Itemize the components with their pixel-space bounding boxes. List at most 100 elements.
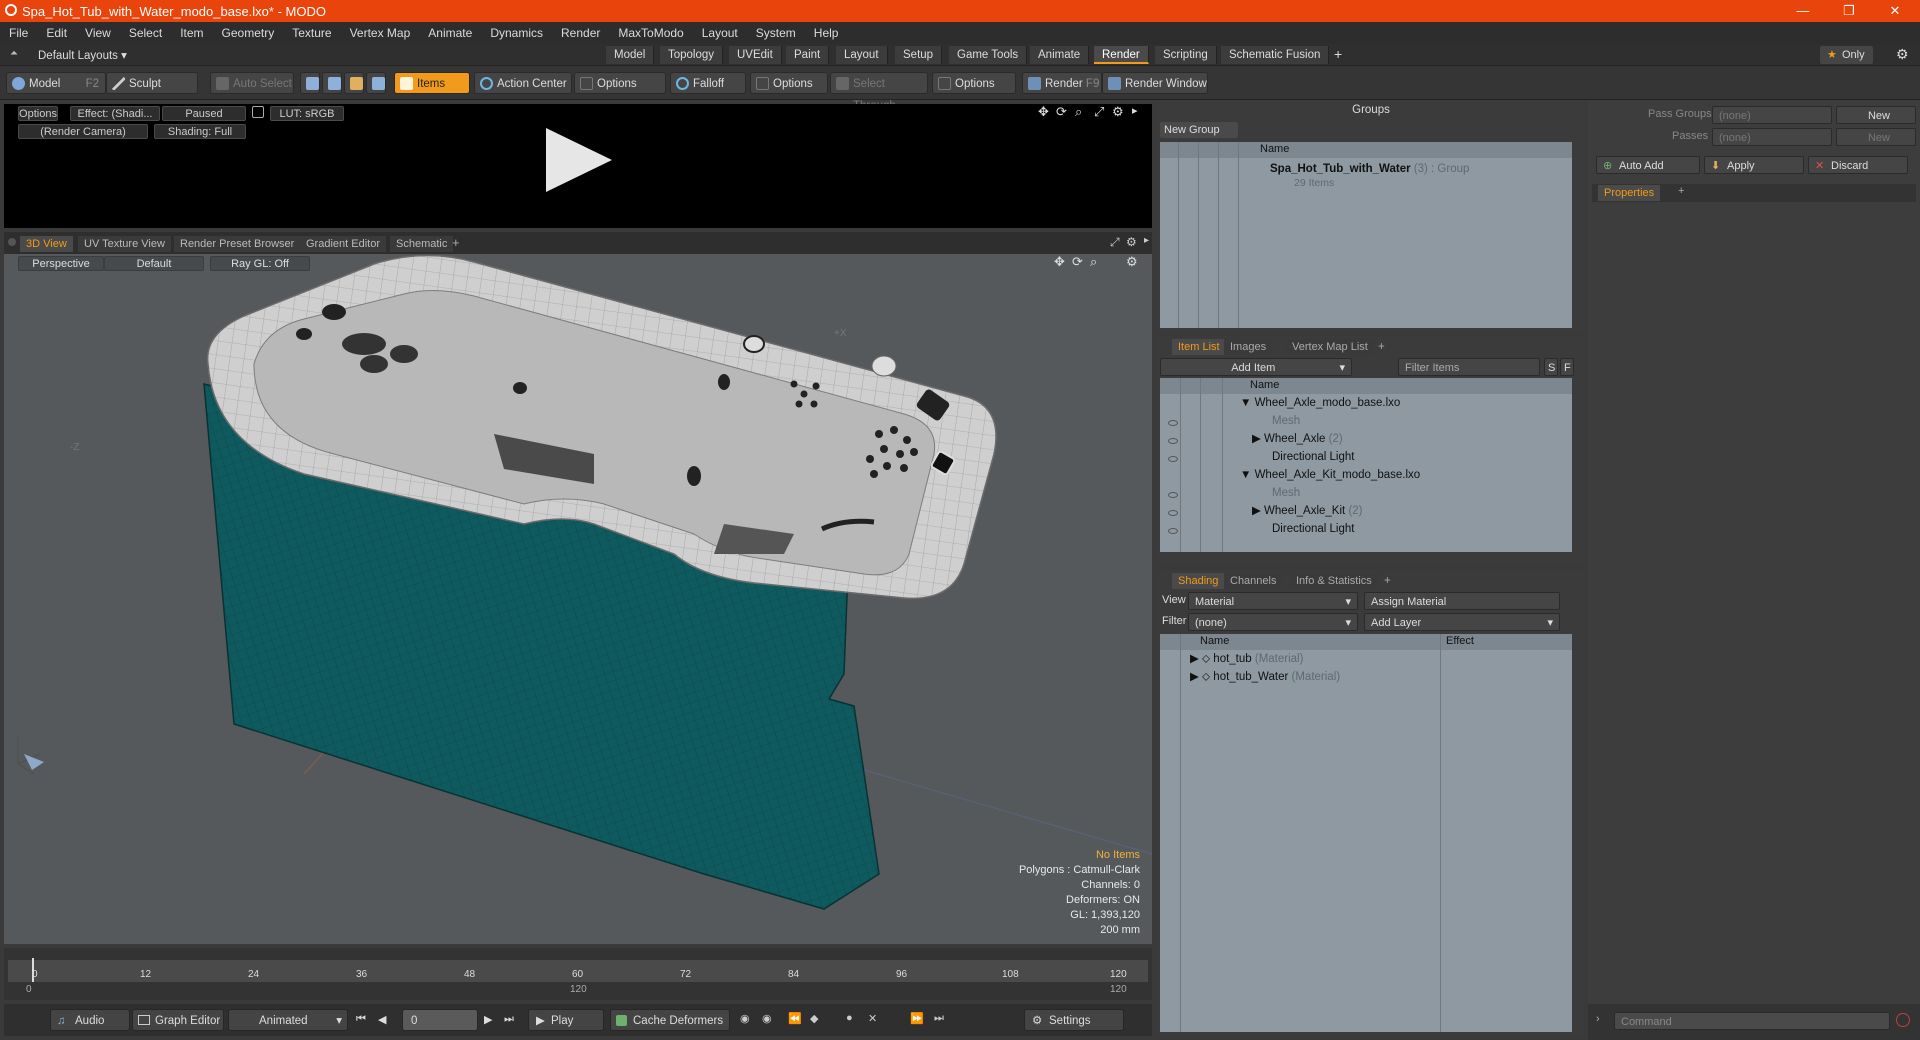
material-row[interactable]: ▶ ⬦ hot_tub (Material)	[1190, 650, 1303, 668]
tab-3d-view[interactable]: 3D View	[20, 236, 73, 252]
menu-geometry[interactable]: Geometry	[213, 26, 284, 40]
falloff-button[interactable]: Falloff	[670, 72, 746, 94]
filter-items-input[interactable]: Filter Items	[1398, 358, 1540, 376]
new-pass-group-button[interactable]: New	[1836, 106, 1916, 124]
menu-render[interactable]: Render	[552, 26, 609, 40]
model-mode-button[interactable]: Model F2	[6, 72, 106, 94]
minimize-button[interactable]: —	[1780, 0, 1826, 22]
maximize-icon[interactable]: ⤢	[1110, 235, 1120, 250]
visibility-eye-icon[interactable]	[1168, 438, 1178, 444]
key-icon[interactable]: ◉	[740, 1012, 750, 1025]
lock-icon[interactable]	[252, 106, 264, 118]
tab-layout[interactable]: Layout	[836, 46, 888, 64]
camera-dropdown[interactable]: (Render Camera)	[18, 124, 148, 139]
only-button[interactable]: ★ Only	[1820, 46, 1873, 64]
add-layer-dropdown[interactable]: Add Layer ▾	[1364, 613, 1560, 631]
next-keyframe-icon[interactable]: ⏩	[910, 1012, 924, 1025]
menu-view[interactable]: View	[76, 26, 120, 40]
tab-vertex-map-list[interactable]: Vertex Map List	[1286, 339, 1374, 355]
menu-dynamics[interactable]: Dynamics	[481, 26, 552, 40]
preview-options-button[interactable]: Options	[18, 106, 58, 121]
prev-key-icon[interactable]: ◀	[378, 1013, 386, 1026]
tab-animate[interactable]: Animate	[1030, 46, 1090, 64]
polygons-mode-button[interactable]	[344, 72, 364, 94]
item-row-group[interactable]: ▶ Wheel_Axle_Kit (2)	[1252, 502, 1363, 520]
tab-schematic[interactable]: Schematic	[390, 236, 454, 252]
add-viewport-tab-button[interactable]: +	[452, 235, 460, 250]
hot-tub-model[interactable]	[4, 254, 1152, 944]
visibility-eye-icon[interactable]	[1168, 528, 1178, 534]
material-row[interactable]: ▶ ⬦ hot_tub_Water (Material)	[1190, 668, 1340, 686]
command-input[interactable]: Command	[1614, 1012, 1890, 1030]
vertices-mode-button[interactable]	[300, 72, 320, 94]
tab-render[interactable]: Render	[1094, 46, 1149, 64]
assign-material-button[interactable]: Assign Material	[1364, 592, 1560, 610]
audio-button[interactable]: ♫ Audio	[50, 1009, 130, 1031]
graph-editor-button[interactable]: Graph Editor	[132, 1009, 224, 1031]
visibility-eye-icon[interactable]	[1168, 456, 1178, 462]
menu-maxtomodo[interactable]: MaxToModo	[609, 26, 692, 40]
sculpt-button[interactable]: Sculpt	[106, 72, 198, 94]
tab-images[interactable]: Images	[1224, 339, 1273, 355]
tab-properties[interactable]: Properties	[1598, 185, 1661, 201]
items-mode-button[interactable]: Items	[394, 72, 470, 94]
menu-help[interactable]: Help	[805, 26, 848, 40]
visibility-eye-icon[interactable]	[1168, 510, 1178, 516]
passes-dropdown[interactable]: (none)	[1712, 128, 1832, 146]
item-row-scene[interactable]: ▼ Wheel_Axle_modo_base.lxo	[1240, 394, 1400, 412]
tab-uvedit[interactable]: UVEdit	[729, 46, 782, 64]
tab-channels[interactable]: Channels	[1224, 573, 1283, 589]
tab-paint[interactable]: Paint	[786, 46, 830, 64]
panel-menu-icon[interactable]	[8, 238, 16, 246]
groups-list[interactable]: Name Spa_Hot_Tub_with_Water (3) : Group …	[1160, 142, 1572, 328]
restore-button[interactable]: ❐	[1826, 0, 1872, 22]
set-key-icon[interactable]: ◆	[810, 1012, 818, 1025]
item-tree[interactable]: Name ▼ Wheel_Axle_modo_base.lxo Mesh ▶ W…	[1160, 378, 1572, 552]
zoom-icon[interactable]: ⌕	[1075, 104, 1082, 120]
filter-s-button[interactable]: S	[1544, 358, 1558, 376]
filter-dropdown[interactable]: (none) ▾	[1188, 613, 1358, 631]
maximize-icon[interactable]: ⤢	[1094, 104, 1104, 120]
filter-f-button[interactable]: F	[1560, 358, 1574, 376]
3d-viewport[interactable]: Perspective Default Ray GL: Off ✥ ⟳ ⌕ ⚙ …	[4, 254, 1152, 944]
gear-icon[interactable]: ⚙	[1896, 46, 1909, 63]
animated-dropdown[interactable]: Animated ▾	[228, 1009, 348, 1031]
shader-tree[interactable]: Name Effect ▶ ⬦ hot_tub (Material) ▶ ⬦ h…	[1160, 634, 1572, 1032]
tab-info-statistics[interactable]: Info & Statistics	[1290, 573, 1378, 589]
discard-button[interactable]: ✕ Discard	[1808, 156, 1908, 174]
menu-item[interactable]: Item	[171, 26, 212, 40]
auto-select-button[interactable]: Auto Select	[210, 72, 294, 94]
menu-vertex-map[interactable]: Vertex Map	[341, 26, 420, 40]
layout-menu-icon[interactable]: ⏶	[10, 48, 22, 60]
apply-button[interactable]: ⬇ Apply	[1704, 156, 1804, 174]
pass-groups-dropdown[interactable]: (none)	[1712, 106, 1832, 124]
tab-setup[interactable]: Setup	[895, 46, 943, 64]
tab-gradient-editor[interactable]: Gradient Editor	[300, 236, 386, 252]
visibility-eye-icon[interactable]	[1168, 420, 1178, 426]
play-icon[interactable]	[546, 128, 612, 192]
render-window-button[interactable]: Render Window	[1102, 72, 1208, 94]
rotate-icon[interactable]: ⟳	[1056, 104, 1067, 120]
lut-dropdown[interactable]: LUT: sRGB	[270, 106, 344, 121]
paused-button[interactable]: Paused	[162, 106, 246, 121]
tab-render-preset-browser[interactable]: Render Preset Browser	[174, 236, 301, 252]
panel-arrow-icon[interactable]: ▸	[1144, 235, 1149, 246]
menu-layout[interactable]: Layout	[693, 26, 747, 40]
select-through-button[interactable]: Select Through	[830, 72, 928, 112]
materials-mode-button[interactable]	[366, 72, 386, 94]
delete-key-icon[interactable]: ✕	[868, 1012, 877, 1025]
add-tab-button[interactable]: +	[1378, 337, 1385, 357]
menu-file[interactable]: File	[0, 26, 37, 40]
action-center-options-button[interactable]: Options	[574, 72, 666, 94]
item-row-mesh[interactable]: Mesh	[1272, 412, 1300, 430]
edges-mode-button[interactable]	[322, 72, 342, 94]
key-icon[interactable]: ◉	[762, 1012, 772, 1025]
tab-game-tools[interactable]: Game Tools	[949, 46, 1028, 64]
menu-animate[interactable]: Animate	[419, 26, 481, 40]
item-row-scene[interactable]: ▼ Wheel_Axle_Kit_modo_base.lxo	[1240, 466, 1420, 484]
menu-select[interactable]: Select	[120, 26, 171, 40]
item-row-light[interactable]: Directional Light	[1272, 520, 1354, 538]
select-options-button[interactable]: Options	[932, 72, 1016, 94]
next-key-icon[interactable]: ▶	[484, 1013, 492, 1026]
panel-arrow-icon[interactable]: ▸	[1132, 104, 1138, 117]
